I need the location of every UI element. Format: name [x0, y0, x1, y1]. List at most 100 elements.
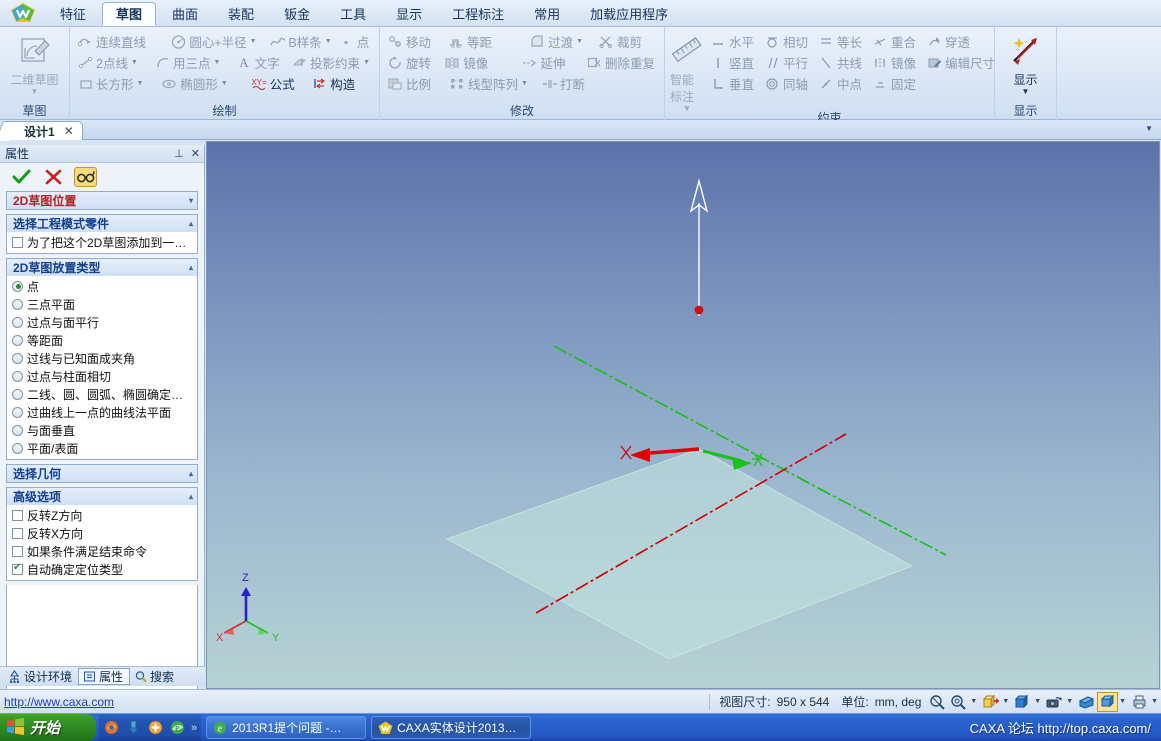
- shaded-view-icon[interactable]: [1012, 692, 1033, 712]
- chevron-down-icon[interactable]: ▼: [250, 38, 257, 45]
- tool-rotate[interactable]: 旋转: [385, 52, 442, 73]
- tool-formula[interactable]: XY= 公式: [249, 73, 309, 94]
- chevron-up-icon[interactable]: ▴: [189, 492, 193, 501]
- constraint-concentric[interactable]: 同轴: [762, 73, 816, 94]
- tool-fillet[interactable]: 过渡 ▼: [527, 31, 596, 52]
- chevron-down-icon[interactable]: ▼: [137, 80, 144, 87]
- ribbon-tab-2[interactable]: 曲面: [158, 2, 212, 26]
- taskbar-window-0[interactable]: e 2013R1提个问题 -…: [206, 716, 367, 739]
- tool-polyline[interactable]: 连续直线: [75, 31, 168, 52]
- start-button[interactable]: 开始: [0, 713, 96, 741]
- panel-tab-properties[interactable]: 属性: [78, 668, 131, 685]
- tool-break[interactable]: 打断: [539, 73, 601, 94]
- tool-trim[interactable]: 裁剪: [596, 31, 659, 52]
- tool-two-point-line[interactable]: 2点线 ▼: [75, 52, 152, 73]
- print-icon[interactable]: [1129, 692, 1150, 712]
- constraint-pierce[interactable]: 穿透: [924, 31, 984, 52]
- chevron-down-icon[interactable]: ▼: [683, 105, 691, 113]
- checkbox-flip-z[interactable]: [12, 509, 23, 521]
- caxa-logo-icon[interactable]: [0, 0, 46, 26]
- radio-point[interactable]: [12, 280, 23, 292]
- ribbon-tab-9[interactable]: 加载应用程序: [576, 2, 682, 26]
- constraint-fix[interactable]: 固定: [870, 73, 924, 94]
- radio-row-perpendicular-face[interactable]: 与面垂直: [7, 421, 197, 439]
- tool-projection-constraint[interactable]: 投影约束 ▼: [289, 52, 374, 73]
- checkbox-auto-determine[interactable]: [12, 562, 23, 575]
- section-header-select-geometry[interactable]: 选择几何 ▴: [7, 465, 197, 482]
- chevron-down-icon[interactable]: ▼: [221, 80, 228, 87]
- section-header-placement-type[interactable]: 2D草图放置类型 ▴: [7, 259, 197, 276]
- x-icon[interactable]: [42, 167, 65, 187]
- section-header-position[interactable]: 2D草图位置 ▾: [7, 192, 197, 209]
- constraint-midpoint[interactable]: 中点: [816, 73, 870, 94]
- tool-mirror[interactable]: 镜像: [442, 52, 501, 73]
- firefox-icon[interactable]: [103, 719, 120, 736]
- tool-extend[interactable]: 延伸: [519, 52, 584, 73]
- tool-point[interactable]: 点: [336, 31, 374, 52]
- chevron-down-icon[interactable]: ▾: [189, 196, 193, 205]
- tool-delete-duplicate[interactable]: 删除重复: [584, 52, 659, 73]
- constraint-vertical[interactable]: 竖直: [708, 52, 762, 73]
- tool-construction[interactable]: 构造: [309, 73, 374, 94]
- tool-move[interactable]: 移动: [385, 31, 446, 52]
- chevron-down-icon[interactable]: ▼: [1022, 88, 1030, 96]
- chevron-right-icon[interactable]: »: [191, 722, 197, 734]
- radio-plane-surface[interactable]: [12, 442, 23, 454]
- constraint-edit-dimension[interactable]: 编辑尺寸: [924, 52, 999, 73]
- zoom-all-icon[interactable]: [948, 692, 969, 712]
- radio-row-offset-face[interactable]: 等距面: [7, 331, 197, 349]
- ribbon-tab-3[interactable]: 装配: [214, 2, 268, 26]
- radio-parallel-to-face[interactable]: [12, 316, 23, 328]
- chevron-down-icon[interactable]: ▼: [31, 88, 39, 96]
- radio-offset-face[interactable]: [12, 334, 23, 346]
- glasses-icon[interactable]: [74, 167, 97, 187]
- document-tab-design1[interactable]: 设计1 ✕: [7, 121, 83, 140]
- pin-icon[interactable]: ⊥: [174, 147, 184, 160]
- tool-scale[interactable]: 比例: [385, 73, 447, 94]
- panel-tab-design-environment[interactable]: 设计环境: [4, 668, 78, 685]
- checkbox-flip-x[interactable]: [12, 527, 23, 539]
- perspective-icon[interactable]: [1076, 692, 1097, 712]
- render-mode-icon[interactable]: [1097, 691, 1119, 712]
- radio-three-point-plane[interactable]: [12, 298, 23, 310]
- check-icon[interactable]: [10, 167, 33, 187]
- view-orientation-icon[interactable]: [980, 692, 1001, 712]
- constraint-tangent[interactable]: 相切: [762, 31, 816, 52]
- download-icon[interactable]: [125, 719, 142, 736]
- tool-circle-center-radius[interactable]: 圆心+半径 ▼: [168, 31, 267, 52]
- chevron-up-icon[interactable]: ▴: [189, 219, 193, 228]
- checkbox-row-flip-z[interactable]: 反转Z方向: [7, 506, 197, 524]
- checkbox-row-add-sketch[interactable]: 为了把这个2D草图添加到一…: [7, 233, 197, 251]
- radio-row-three-point-plane[interactable]: 三点平面: [7, 295, 197, 313]
- radio-row-two-curves[interactable]: 二线、圆、圆弧、椭圆确定…: [7, 385, 197, 403]
- radio-two-curves[interactable]: [12, 388, 23, 400]
- ribbon-tab-0[interactable]: 特征: [46, 2, 100, 26]
- constraint-equal-length[interactable]: 等长: [816, 31, 870, 52]
- radio-perpendicular-face[interactable]: [12, 424, 23, 436]
- tool-text[interactable]: A 文字: [234, 52, 289, 73]
- chevron-down-icon[interactable]: ▼: [1145, 124, 1153, 133]
- chevron-down-icon[interactable]: ▼: [970, 698, 977, 705]
- tool-offset[interactable]: 等距: [446, 31, 509, 52]
- smart-dimension-button[interactable]: 智能标注 ▼: [670, 31, 704, 113]
- section-header-advanced[interactable]: 高级选项 ▴: [7, 488, 197, 505]
- close-icon[interactable]: ✕: [64, 124, 74, 138]
- chevron-down-icon[interactable]: ▼: [325, 38, 332, 45]
- chevron-down-icon[interactable]: ▼: [1034, 698, 1041, 705]
- taskbar-window-1[interactable]: CAXA实体设计2013…: [371, 716, 532, 739]
- close-icon[interactable]: ✕: [191, 147, 200, 160]
- 3d-viewport[interactable]: X Y Z: [206, 141, 1160, 689]
- tool-bspline[interactable]: B样条 ▼: [267, 31, 335, 52]
- constraint-horizontal[interactable]: 水平: [708, 31, 762, 52]
- radio-row-tangent-cylinder[interactable]: 过点与柱面相切: [7, 367, 197, 385]
- radio-row-parallel-to-face[interactable]: 过点与面平行: [7, 313, 197, 331]
- checkbox-row-end-on-condition[interactable]: 如果条件满足结束命令: [7, 542, 197, 560]
- radio-row-angle-to-face[interactable]: 过线与已知面成夹角: [7, 349, 197, 367]
- constraint-perpendicular[interactable]: 垂直: [708, 73, 762, 94]
- chevron-down-icon[interactable]: ▼: [214, 59, 221, 66]
- caxa-website-link[interactable]: http://www.caxa.com: [0, 695, 114, 709]
- tool-rectangle[interactable]: 长方形 ▼: [75, 73, 159, 94]
- chevron-up-icon[interactable]: ▴: [189, 263, 193, 272]
- display-button[interactable]: 显示 ▼: [1000, 31, 1051, 96]
- radio-row-plane-surface[interactable]: 平面/表面: [7, 439, 197, 457]
